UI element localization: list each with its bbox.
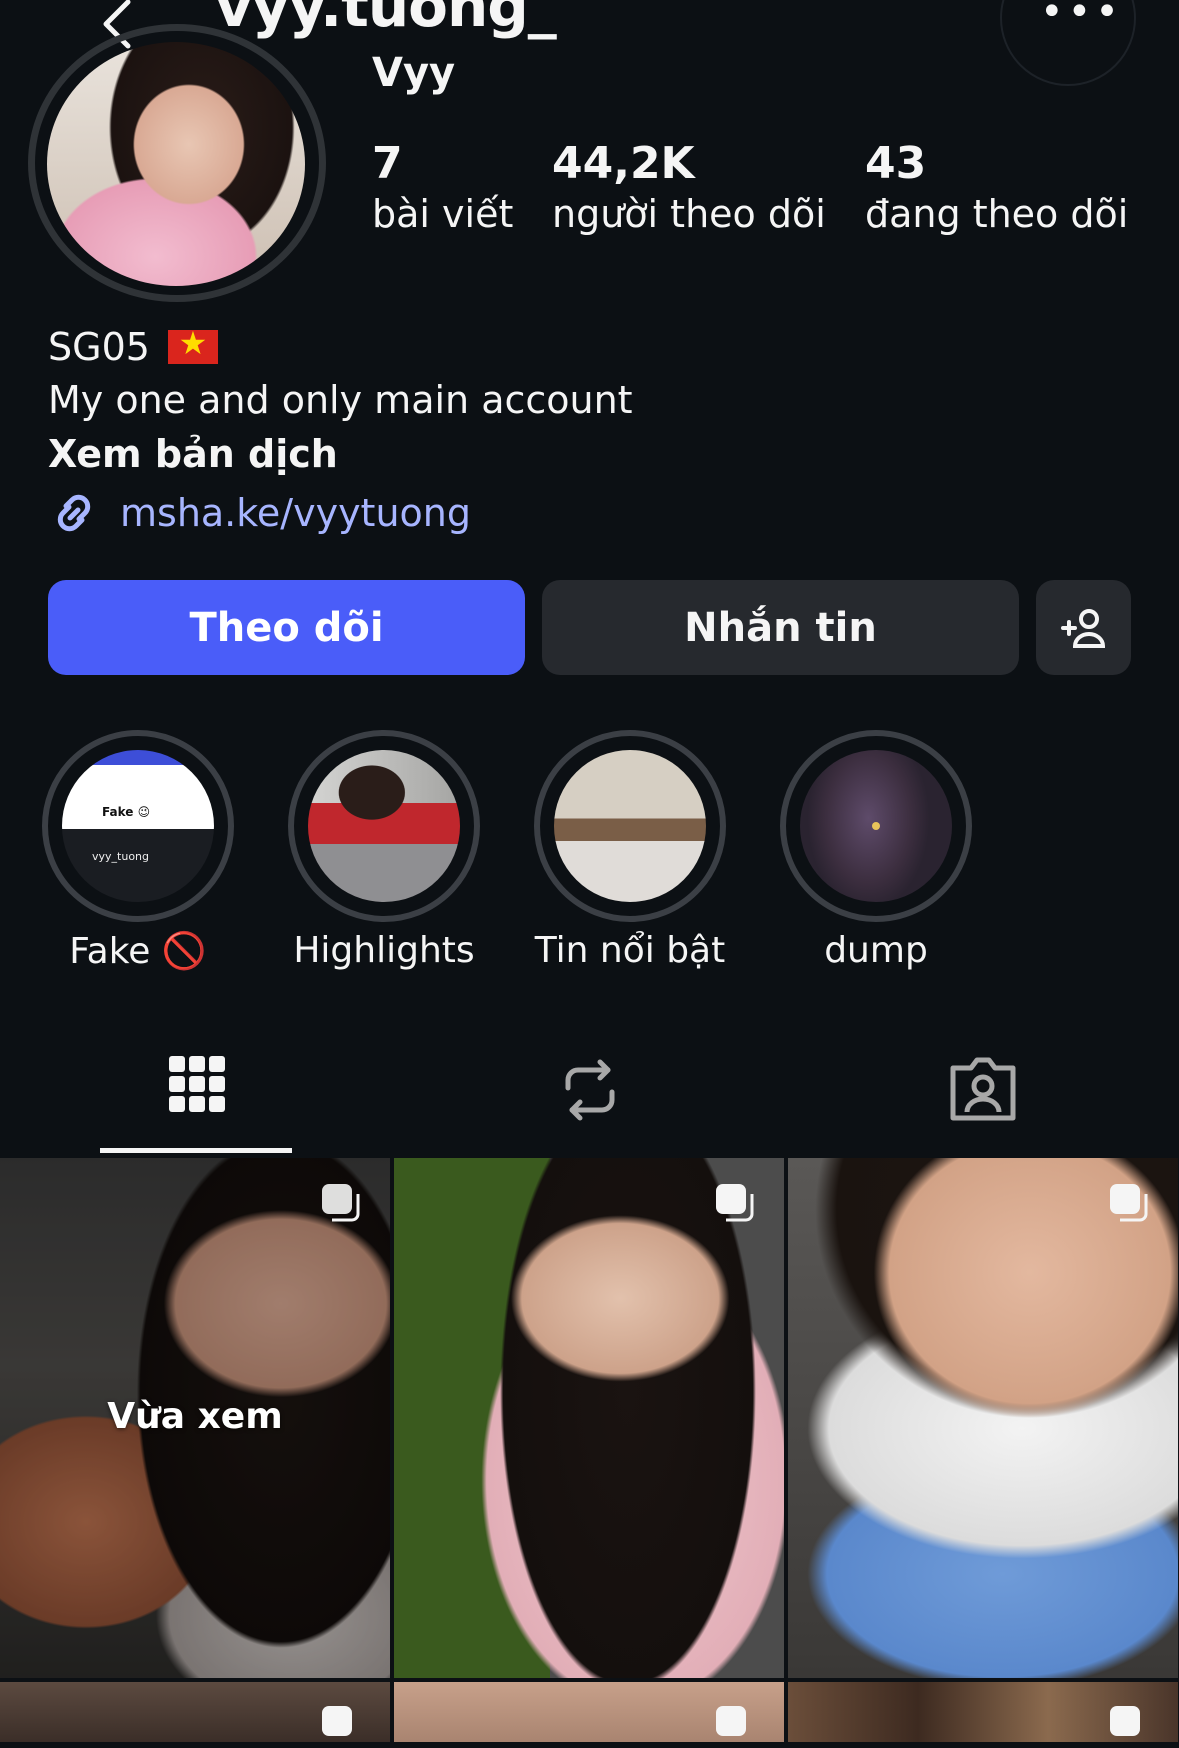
bio-line-1: SG05: [48, 324, 218, 369]
carousel-icon: [1110, 1706, 1140, 1736]
highlight-dump-label[interactable]: dump: [756, 930, 996, 971]
bio-link-text[interactable]: msha.ke/vyytuong: [120, 491, 471, 535]
carousel-icon: [322, 1184, 360, 1222]
carousel-icon: [716, 1706, 746, 1736]
followers-count[interactable]: 44,2K: [552, 138, 695, 189]
emoji-dot: [872, 822, 880, 830]
followers-label[interactable]: người theo dõi: [552, 192, 826, 236]
highlight-highlights-cover[interactable]: [308, 750, 460, 902]
link-icon: [57, 494, 91, 532]
tagged-icon[interactable]: [943, 1050, 1023, 1130]
highlight-tin-noi-bat-cover[interactable]: [554, 750, 706, 902]
bio-text-sg05: SG05: [48, 325, 150, 369]
carousel-icon: [322, 1706, 352, 1736]
suggest-users-button[interactable]: [1036, 580, 1131, 675]
post-thumbnail-2[interactable]: [394, 1158, 784, 1678]
posts-count[interactable]: 7: [372, 138, 403, 189]
posts-label[interactable]: bài viết: [372, 192, 513, 236]
following-count[interactable]: 43: [865, 138, 926, 189]
following-label[interactable]: đang theo dõi: [865, 192, 1128, 236]
avatar[interactable]: [47, 42, 305, 286]
bio-link[interactable]: msha.ke/vyytuong: [48, 490, 471, 536]
vietnam-flag-icon: [167, 324, 218, 364]
highlight-highlights-label[interactable]: Highlights: [264, 930, 504, 971]
highlight-dump-cover[interactable]: [800, 750, 952, 902]
active-tab-indicator: [100, 1148, 292, 1153]
grid-icon[interactable]: [157, 1050, 237, 1130]
recently-viewed-label: Vừa xem: [107, 1396, 283, 1437]
carousel-icon: [716, 1184, 754, 1222]
highlight-tin-noi-bat-label[interactable]: Tin nổi bật: [510, 930, 750, 971]
post-thumbnail-3[interactable]: [788, 1158, 1178, 1678]
carousel-icon: [1110, 1184, 1148, 1222]
bio-line-2: My one and only main account: [48, 378, 633, 422]
see-translation-link[interactable]: Xem bản dịch: [48, 432, 338, 476]
highlight-fake-preview-title: Fake 😉: [102, 805, 151, 819]
highlight-fake-label[interactable]: Fake 🚫: [18, 930, 258, 972]
highlight-fake-cover[interactable]: Fake 😉 vyy_tuong: [62, 750, 214, 902]
more-icon[interactable]: •••: [1040, 0, 1123, 32]
add-person-icon: [1060, 608, 1105, 648]
message-button[interactable]: Nhắn tin: [542, 580, 1019, 675]
profile-username: vyy.tuong_: [215, 0, 557, 40]
reposts-icon[interactable]: [550, 1050, 630, 1130]
highlight-fake-preview-name: vyy_tuong: [92, 850, 149, 863]
display-name: Vyy: [372, 50, 456, 96]
follow-button[interactable]: Theo dõi: [48, 580, 525, 675]
